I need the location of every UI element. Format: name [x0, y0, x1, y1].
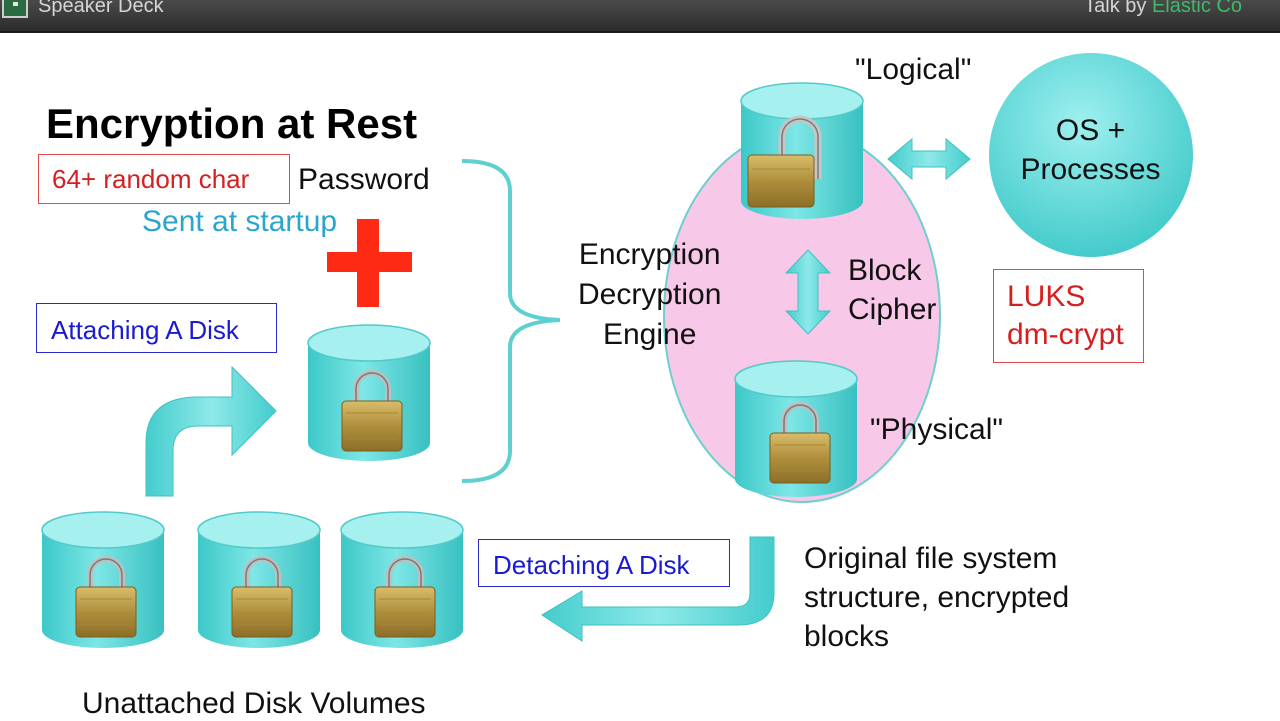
- block-cipher-line-2: Cipher: [848, 293, 937, 326]
- logical-label: "Logical": [855, 53, 972, 86]
- unattached-disk-1-icon: [41, 511, 165, 649]
- logical-disk-icon: [740, 82, 864, 220]
- original-line-3: blocks: [804, 620, 890, 653]
- original-structure-label: Original file system structure, encrypte…: [804, 539, 1069, 656]
- brand-name[interactable]: Speaker Deck: [38, 0, 164, 18]
- luks-box: LUKS dm-crypt: [993, 269, 1144, 363]
- os-exchange-arrow-icon: [887, 137, 971, 181]
- block-cipher-label: Block Cipher: [848, 251, 936, 329]
- password-label: Password: [298, 163, 430, 196]
- talk-by: Talk by Elastic Co: [1084, 0, 1242, 18]
- block-cipher-line-1: Block: [848, 254, 922, 287]
- engine-label: Encryption Decryption Engine: [578, 235, 721, 355]
- luks-line-2: dm-crypt: [1007, 318, 1124, 351]
- attach-arrow-icon: [145, 365, 277, 497]
- speakerdeck-logo-icon[interactable]: [2, 0, 28, 18]
- os-processes-label: OS + Processes: [988, 111, 1193, 189]
- detaching-disk-box: Detaching A Disk: [478, 539, 730, 587]
- physical-disk-icon: [734, 360, 858, 498]
- physical-label: "Physical": [870, 413, 1004, 446]
- engine-line-3: Engine: [602, 318, 697, 351]
- luks-line-1: LUKS: [1007, 280, 1086, 313]
- attached-disk-icon: [307, 324, 431, 462]
- unattached-disk-3-icon: [340, 511, 464, 649]
- engine-line-1: Encryption: [578, 238, 721, 271]
- slide-title: Encryption at Rest: [46, 100, 418, 147]
- grouping-brace: [461, 159, 561, 483]
- attaching-disk-box: Attaching A Disk: [36, 303, 277, 353]
- os-line-1: OS +: [1055, 114, 1126, 147]
- red-plus-icon: [327, 219, 412, 307]
- author-link[interactable]: Elastic Co: [1152, 0, 1242, 17]
- talk-by-prefix: Talk by: [1084, 0, 1147, 17]
- original-line-1: Original file system: [804, 542, 1058, 575]
- engine-line-2: Decryption: [578, 278, 722, 311]
- sent-at-startup-label: Sent at startup: [142, 205, 338, 238]
- unattached-disk-2-icon: [197, 511, 321, 649]
- random-char-box: 64+ random char: [38, 154, 290, 204]
- os-line-2: Processes: [1020, 153, 1161, 186]
- original-line-2: structure, encrypted: [804, 581, 1070, 614]
- top-bar: Speaker Deck Talk by Elastic Co: [0, 0, 1280, 33]
- unattached-volumes-label: Unattached Disk Volumes: [82, 687, 426, 720]
- slide: Encryption at Rest 64+ random char Passw…: [0, 33, 1280, 720]
